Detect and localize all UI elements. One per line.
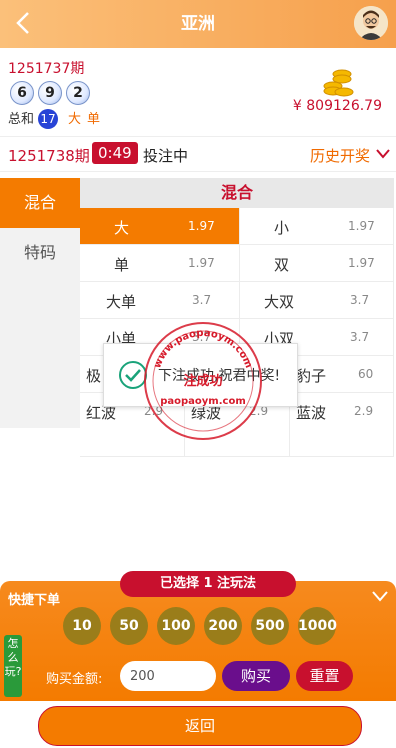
chip-500[interactable]: 500 [251, 607, 289, 645]
chevron-down-icon[interactable] [376, 147, 390, 161]
bet-option[interactable]: 豹子 60 [290, 356, 394, 393]
chevron-down-icon[interactable] [372, 589, 388, 603]
bet-option-odds: 1.97 [188, 219, 215, 233]
current-issue: 1251738期 [8, 147, 90, 165]
bet-panel: 混合 大 1.97 小 1.97 单 1.97 双 1.97 大单 3.7 大双… [80, 178, 394, 457]
panel-title: 混合 [80, 178, 394, 208]
bet-option-name: 小 [274, 219, 290, 237]
bet-option[interactable]: 小 1.97 [240, 208, 394, 245]
history-link[interactable]: 历史开奖 [310, 145, 370, 166]
sum-label: 总和 [8, 112, 35, 127]
amount-input[interactable] [120, 661, 216, 691]
back-button[interactable]: 返回 [38, 706, 362, 746]
result-ball: 9 [38, 81, 62, 105]
size-tag: 大 [68, 112, 82, 127]
bet-option-name: 大单 [106, 293, 137, 311]
last-issue: 1251737期 [8, 61, 85, 77]
bet-option[interactable]: 大双 3.7 [240, 282, 394, 319]
bet-option-name: 豹子 [296, 367, 327, 385]
bet-option-name: 双 [274, 256, 290, 274]
chip-100[interactable]: 100 [157, 607, 195, 645]
bet-option-odds: 1.97 [348, 219, 375, 233]
bet-option-odds: 3.7 [192, 293, 212, 307]
selection-badge: 已选择 1 注玩法 [120, 571, 296, 597]
bet-option-name: 蓝波 [296, 404, 327, 422]
quick-bet-panel: 已选择 1 注玩法 快捷下单 10 50 100 200 500 1000 怎么… [0, 571, 396, 701]
bet-option-odds: 1.97 [188, 256, 215, 270]
avatar-icon[interactable] [354, 6, 388, 40]
category-sidebar: 混合 特码 [0, 178, 80, 428]
bet-option-odds: 2.9 [354, 404, 374, 418]
bet-option-name: 单 [114, 256, 130, 274]
bet-option-odds: 3.7 [350, 293, 370, 307]
bet-option[interactable]: 双 1.97 [240, 245, 394, 282]
parity-tag: 单 [87, 112, 101, 127]
bet-option[interactable]: 大 1.97 [80, 208, 240, 245]
watermark-bottom-text: paopaoym.com [160, 396, 246, 407]
sidebar-item-mixed[interactable]: 混合 [0, 178, 80, 228]
watermark-mid-text: 注成功 [183, 373, 222, 389]
bet-option[interactable]: 大单 3.7 [80, 282, 240, 319]
bet-option-name: 大 [114, 219, 130, 237]
bet-option-odds: 3.7 [350, 330, 370, 344]
last-draw-panel: 1251737期 6 9 2 总和 17 大单 ¥ 809126.79 [0, 48, 396, 134]
app-header: 亚洲 [0, 0, 396, 48]
balance: ¥ 809126.79 [292, 98, 382, 114]
quick-bet-label: 快捷下单 [8, 593, 61, 608]
coins-icon [323, 69, 354, 97]
current-draw-bar: 1251738期 0:49 投注中 历史开奖 [0, 136, 396, 172]
bet-option-name: 极 [86, 367, 102, 385]
amount-label: 购买金额: [46, 672, 103, 687]
page-title: 亚洲 [181, 14, 215, 34]
betting-status: 投注中 [143, 147, 189, 165]
buy-button[interactable]: 购买 [222, 661, 290, 691]
chip-50[interactable]: 50 [110, 607, 148, 645]
chip-10[interactable]: 10 [63, 607, 101, 645]
reset-button[interactable]: 重置 [296, 661, 353, 691]
how-to-play-button[interactable]: 怎么玩? [4, 635, 22, 697]
bet-option[interactable]: 蓝波 2.9 [290, 393, 394, 457]
sum-ball: 17 [38, 109, 59, 129]
chip-200[interactable]: 200 [204, 607, 242, 645]
chip-1000[interactable]: 1000 [298, 607, 337, 645]
bet-option-odds: 60 [358, 367, 374, 381]
bet-option[interactable]: 单 1.97 [80, 245, 240, 282]
bet-option-odds: 1.97 [348, 256, 375, 270]
watermark-stamp: www.paopaoym.com 注成功 paopaoym.com [144, 322, 262, 440]
bet-option-name: 大双 [264, 293, 295, 311]
sum-row: 总和 17 大单 [8, 108, 100, 129]
sidebar-item-special[interactable]: 特码 [0, 228, 80, 278]
result-ball: 2 [66, 81, 90, 105]
countdown-timer: 0:49 [92, 142, 138, 164]
result-ball: 6 [10, 81, 34, 105]
